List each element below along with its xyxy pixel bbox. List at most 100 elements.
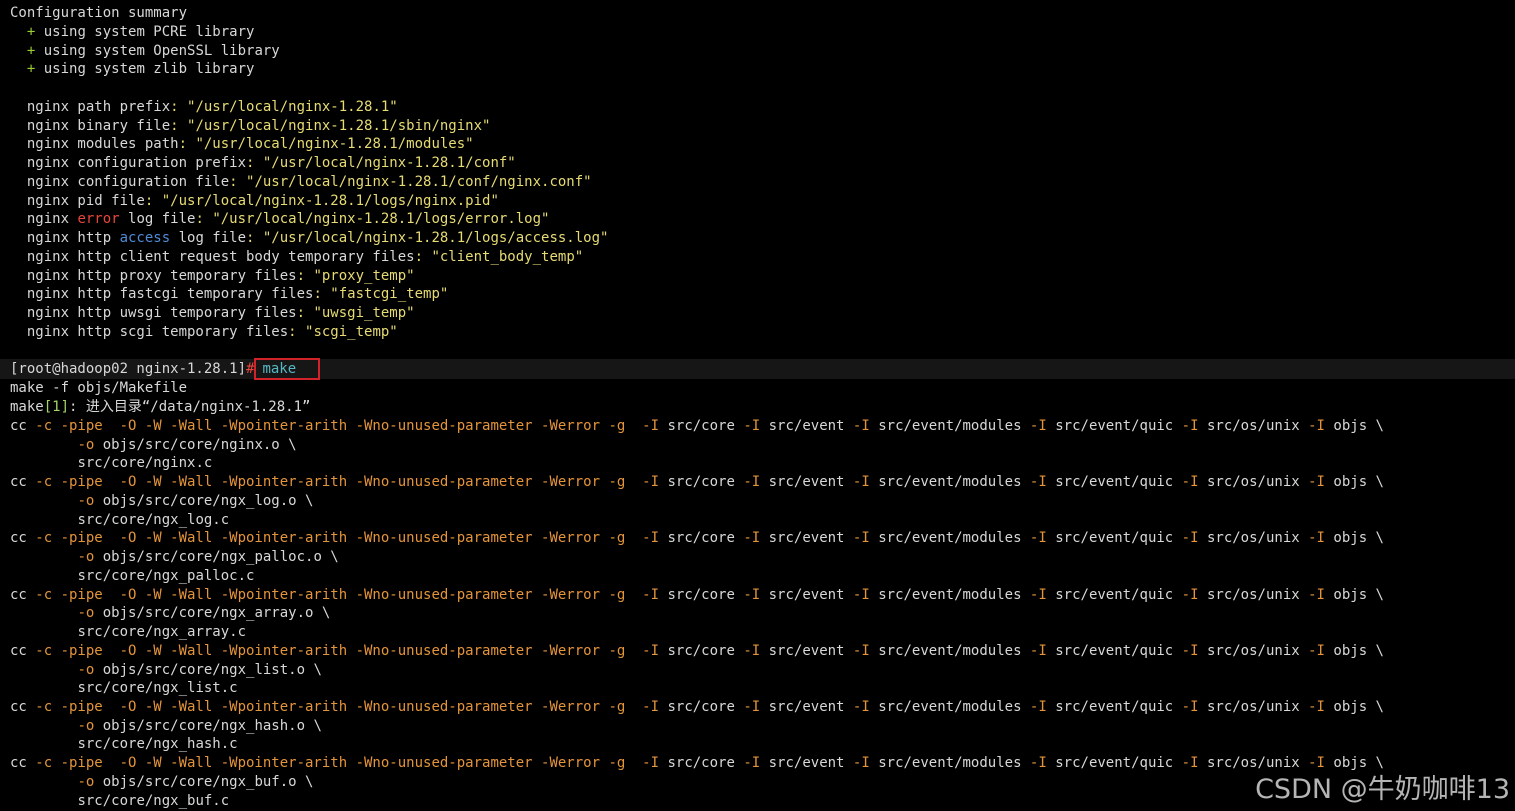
- config-conf-file: nginx configuration file: "/usr/local/ng…: [26, 174, 592, 190]
- include-flag: -I: [844, 642, 870, 659]
- include-path: src/core: [659, 530, 735, 547]
- access-keyword: access: [119, 230, 171, 246]
- make-label: make: [10, 399, 44, 415]
- include-flag: -I: [1299, 586, 1325, 603]
- config-value: "/usr/local/nginx-1.28.1/logs/nginx.pid": [161, 193, 499, 209]
- compile-output-line: -o objs/src/core/ngx_array.o \: [10, 604, 330, 622]
- output-flag: -o: [77, 549, 95, 566]
- terminal-window[interactable]: Configuration summary + using system PCR…: [0, 0, 1515, 811]
- object-file: objs/src/core/ngx_hash.o \: [94, 717, 322, 734]
- source-file: src/core/nginx.c: [77, 455, 213, 472]
- config-binary: nginx binary file: "/usr/local/nginx-1.2…: [26, 118, 491, 134]
- include-path: src/os/unix: [1198, 530, 1300, 547]
- config-label: nginx http scgi temporary files: [26, 324, 289, 340]
- compile-output-line: -o objs/src/core/ngx_hash.o \: [10, 717, 322, 735]
- source-file: src/core/ngx_hash.c: [77, 736, 238, 753]
- config-label: nginx http client request body temporary…: [26, 249, 415, 265]
- config-value: "proxy_temp": [313, 268, 415, 284]
- compile-output-line: -o objs/src/core/ngx_list.o \: [10, 661, 321, 679]
- include-flag: -I: [844, 586, 870, 603]
- output-flag: -o: [77, 717, 95, 734]
- include-flag: -I: [1021, 530, 1047, 547]
- config-pid: nginx pid file: "/usr/local/nginx-1.28.1…: [26, 193, 499, 209]
- include-flag: -I: [633, 418, 660, 434]
- include-flag: -I: [633, 699, 660, 715]
- config-label: log file: [170, 230, 247, 246]
- compile-output-line: -o objs/src/core/ngx_buf.o \: [10, 773, 313, 791]
- config-conf-prefix: nginx configuration prefix: "/usr/local/…: [26, 155, 516, 171]
- include-flag: -I: [1299, 530, 1325, 547]
- compiler-name: cc: [10, 586, 27, 603]
- include-flag: -I: [633, 474, 660, 491]
- config-value: "fastcgi_temp": [330, 286, 449, 302]
- summary-title: Configuration summary: [10, 5, 188, 21]
- compiler-flags: -c -pipe -O -W -Wall -Wpointer-arith -Wn…: [26, 530, 634, 547]
- config-modules: nginx modules path: "/usr/local/nginx-1.…: [26, 136, 474, 152]
- include-flag: -I: [1173, 642, 1199, 659]
- source-file: src/core/ngx_buf.c: [77, 792, 230, 809]
- compiler-name: cc: [10, 642, 27, 659]
- prompt-hash: #: [246, 361, 255, 377]
- include-flag: -I: [633, 586, 660, 603]
- include-flag: -I: [844, 755, 870, 772]
- config-value: "/usr/local/nginx-1.28.1/modules": [195, 136, 474, 152]
- config-value: "client_body_temp": [431, 249, 584, 265]
- config-scgi: nginx http scgi temporary files: "scgi_t…: [26, 324, 398, 340]
- include-flag: -I: [844, 474, 870, 491]
- lib-text: using system PCRE library: [43, 24, 255, 40]
- include-path: objs \: [1324, 474, 1384, 491]
- summary-lib-pcre: + using system PCRE library: [10, 23, 255, 41]
- include-path: src/event: [760, 699, 845, 715]
- source-file: src/core/ngx_log.c: [77, 511, 230, 528]
- object-file: objs/src/core/ngx_palloc.o \: [94, 549, 339, 566]
- include-path: src/os/unix: [1198, 586, 1300, 603]
- plus-marker: +: [26, 61, 36, 77]
- include-flag: -I: [734, 586, 761, 603]
- include-path: src/event/modules: [869, 586, 1022, 603]
- include-flag: -I: [734, 699, 761, 715]
- include-path: src/os/unix: [1198, 699, 1300, 715]
- config-value: "/usr/local/nginx-1.28.1/conf/nginx.conf…: [246, 174, 592, 190]
- compiler-name: cc: [10, 699, 27, 715]
- include-flag: -I: [633, 530, 660, 547]
- config-label: nginx binary file: [26, 118, 171, 134]
- compile-output-line: -o objs/src/core/ngx_palloc.o \: [10, 548, 339, 566]
- make-enter-dir-line: make[1]: 进入目录“/data/nginx-1.28.1”: [10, 398, 310, 416]
- include-flag: -I: [1173, 755, 1199, 772]
- include-flag: -I: [633, 755, 660, 772]
- include-flag: -I: [734, 755, 761, 772]
- object-file: objs/src/core/ngx_buf.o \: [94, 773, 314, 790]
- make-command-highlight[interactable]: make: [254, 358, 321, 380]
- include-flag: -I: [1173, 699, 1199, 715]
- include-path: src/event/quic: [1046, 642, 1174, 659]
- compiler-name: cc: [10, 474, 27, 491]
- include-path: objs \: [1324, 530, 1384, 547]
- include-path: src/event/modules: [869, 699, 1022, 715]
- compiler-name: cc: [10, 418, 27, 434]
- config-value: "/usr/local/nginx-1.28.1": [187, 99, 398, 115]
- include-flag: -I: [1299, 474, 1325, 491]
- compile-output-line: -o objs/src/core/ngx_log.o \: [10, 492, 313, 510]
- command-prompt-line[interactable]: [root@hadoop02 nginx-1.28.1]# make: [10, 358, 321, 380]
- include-flag: -I: [734, 530, 761, 547]
- compiler-name: cc: [10, 530, 27, 547]
- include-path: src/event: [760, 418, 845, 434]
- include-flag: -I: [1021, 418, 1047, 434]
- output-flag: -o: [77, 661, 95, 678]
- object-file: objs/src/core/nginx.o \: [94, 436, 297, 453]
- config-value: "/usr/local/nginx-1.28.1/logs/access.log…: [262, 230, 609, 246]
- summary-lib-zlib: + using system zlib library: [10, 60, 255, 78]
- make-dir-text: : 进入目录“/data/nginx-1.28.1”: [69, 399, 311, 415]
- include-path: src/event: [760, 755, 845, 772]
- include-path: src/event/modules: [869, 418, 1022, 434]
- include-path: src/event/modules: [869, 755, 1022, 772]
- compiler-flags: -c -pipe -O -W -Wall -Wpointer-arith -Wn…: [26, 755, 634, 772]
- include-flag: -I: [1021, 586, 1047, 603]
- include-flag: -I: [1021, 755, 1047, 772]
- include-path: objs \: [1324, 418, 1384, 434]
- compile-source-line: src/core/ngx_buf.c: [10, 792, 229, 810]
- include-flag: -I: [734, 474, 761, 491]
- include-path: src/event/quic: [1046, 755, 1174, 772]
- compile-source-line: src/core/nginx.c: [10, 454, 212, 472]
- config-label: nginx configuration prefix: [26, 155, 247, 171]
